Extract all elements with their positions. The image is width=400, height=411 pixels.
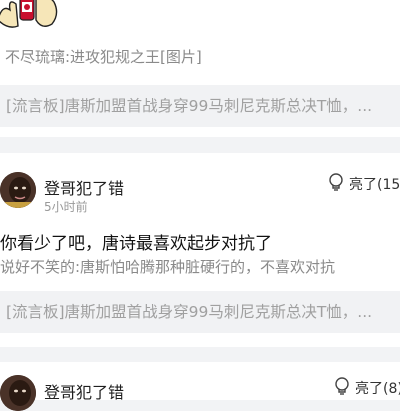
beer-sticker [0, 0, 72, 32]
thread-link[interactable]: [流言板]唐斯加盟首战身穿99马刺尼克斯总决T恤，... [0, 85, 400, 127]
username[interactable]: 登哥犯了错 [44, 175, 124, 199]
reply-text: 你看少了吧，唐诗最喜欢起步对抗了 [0, 234, 272, 254]
avatar[interactable] [0, 375, 36, 411]
like-button[interactable]: 亮了(8) [333, 377, 400, 399]
timestamp: 5小时前 [44, 200, 88, 214]
bulb-icon [327, 173, 345, 195]
quoted-reply-text: 不尽琉璃:进攻犯规之王[图片] [5, 48, 202, 66]
thread-link[interactable]: [流言板]唐斯加盟首战身穿99马刺尼克斯总决T恤，... [0, 291, 400, 333]
bulb-icon [333, 377, 351, 399]
username[interactable]: 登哥犯了错 [44, 379, 124, 403]
like-count: 亮了(15) [349, 177, 400, 193]
like-count: 亮了(8) [355, 381, 400, 397]
avatar[interactable] [0, 172, 36, 208]
quoted-text: 说好不笑的:唐斯怕哈腾那种脏硬行的，不喜欢对抗 [0, 258, 336, 276]
like-button[interactable]: 亮了(15) [327, 173, 400, 195]
top-post-card: 不尽琉璃:进攻犯规之王[图片] [流言板]唐斯加盟首战身穿99马刺尼克斯总决T恤… [0, 0, 400, 137]
